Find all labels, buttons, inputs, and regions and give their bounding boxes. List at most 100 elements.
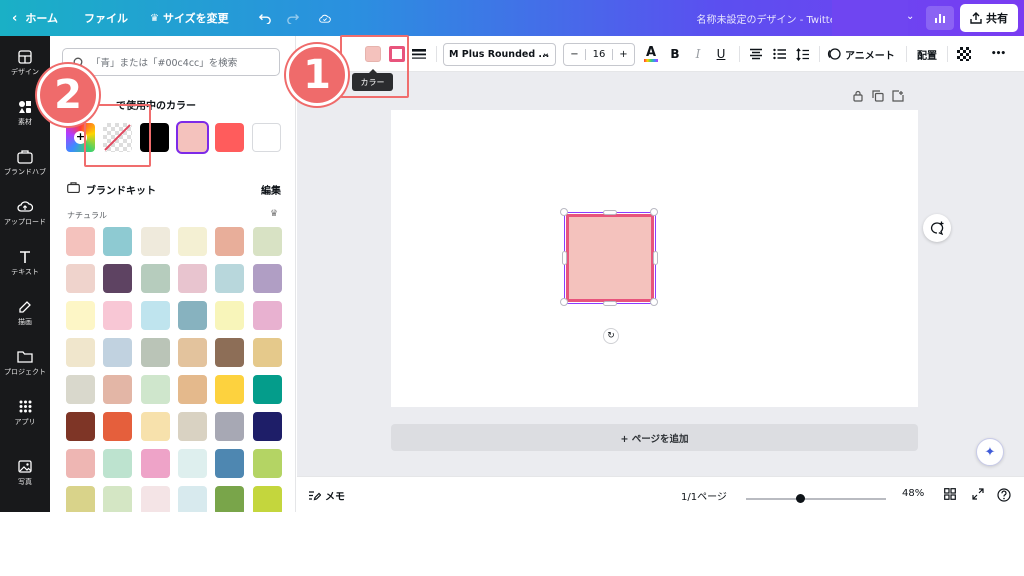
duplicate-page-icon[interactable]	[872, 90, 884, 102]
border-style-button[interactable]	[411, 44, 427, 64]
palette-swatch[interactable]	[103, 412, 132, 441]
add-comment-button[interactable]	[923, 214, 951, 242]
resize-handle-bottom-left[interactable]	[560, 298, 568, 306]
palette-swatch[interactable]	[253, 449, 282, 478]
font-size-stepper[interactable]: − 16 +	[563, 43, 635, 66]
position-button[interactable]: 配置	[917, 44, 937, 64]
palette-swatch[interactable]	[253, 301, 282, 330]
add-page-button[interactable]: + ページを追加	[391, 424, 918, 451]
palette-swatch[interactable]	[253, 227, 282, 256]
spacing-button[interactable]	[794, 44, 812, 64]
color-search-input[interactable]: 「青」または「#00c4cc」を検索	[62, 48, 280, 76]
italic-button[interactable]: I	[689, 44, 707, 64]
notes-button[interactable]: メモ	[308, 488, 345, 503]
font-size-increase-button[interactable]: +	[612, 49, 634, 60]
rail-item-draw[interactable]: 描画	[0, 290, 50, 336]
palette-swatch[interactable]	[178, 301, 207, 330]
resize-handle-bottom-right[interactable]	[650, 298, 658, 306]
palette-swatch[interactable]	[253, 375, 282, 404]
doc-color-swatch-selected[interactable]	[178, 123, 207, 152]
doc-color-swatch[interactable]	[252, 123, 281, 152]
underline-button[interactable]: U	[712, 44, 730, 64]
palette-swatch[interactable]	[66, 375, 95, 404]
palette-swatch[interactable]	[103, 227, 132, 256]
font-family-select[interactable]: M Plus Rounded ... ⌄	[443, 43, 556, 66]
palette-swatch[interactable]	[215, 301, 244, 330]
fullscreen-button[interactable]	[972, 488, 984, 500]
palette-swatch[interactable]	[103, 375, 132, 404]
share-button[interactable]: 共有	[960, 4, 1018, 32]
palette-swatch[interactable]	[253, 412, 282, 441]
palette-swatch[interactable]	[253, 486, 282, 512]
help-button[interactable]	[997, 488, 1011, 502]
doc-color-swatch[interactable]	[215, 123, 244, 152]
brand-kit-edit-link[interactable]: 編集	[261, 182, 281, 197]
palette-swatch[interactable]	[178, 449, 207, 478]
palette-swatch[interactable]	[141, 375, 170, 404]
palette-swatch[interactable]	[178, 227, 207, 256]
palette-swatch[interactable]	[103, 264, 132, 293]
rail-item-brand[interactable]: ブランドハブ	[0, 140, 50, 186]
palette-swatch[interactable]	[141, 338, 170, 367]
font-size-decrease-button[interactable]: −	[564, 49, 586, 60]
resize-handle-left[interactable]	[562, 251, 567, 265]
palette-swatch[interactable]	[178, 375, 207, 404]
zoom-slider-thumb[interactable]	[796, 494, 805, 503]
transparency-button[interactable]	[956, 44, 972, 64]
resize-handle-top[interactable]	[603, 210, 617, 215]
palette-swatch[interactable]	[253, 264, 282, 293]
palette-swatch[interactable]	[141, 412, 170, 441]
palette-swatch[interactable]	[178, 338, 207, 367]
list-button[interactable]	[771, 44, 789, 64]
rail-item-projects[interactable]: プロジェクト	[0, 340, 50, 386]
undo-button[interactable]	[251, 0, 279, 36]
palette-swatch[interactable]	[103, 301, 132, 330]
grid-view-button[interactable]	[944, 488, 956, 500]
insights-button[interactable]	[926, 6, 954, 30]
palette-swatch[interactable]	[103, 338, 132, 367]
rotate-handle-icon[interactable]: ↻	[603, 328, 619, 344]
animate-button[interactable]: アニメート	[827, 44, 895, 64]
palette-swatch[interactable]	[141, 449, 170, 478]
file-menu[interactable]: ファイル	[76, 0, 136, 36]
palette-swatch[interactable]	[215, 227, 244, 256]
palette-swatch[interactable]	[178, 486, 207, 512]
palette-swatch[interactable]	[215, 375, 244, 404]
palette-swatch[interactable]	[141, 486, 170, 512]
palette-swatch[interactable]	[66, 412, 95, 441]
resize-handle-right[interactable]	[653, 251, 658, 265]
text-color-button[interactable]: A	[642, 44, 660, 64]
palette-swatch[interactable]	[215, 264, 244, 293]
palette-swatch[interactable]	[103, 449, 132, 478]
lock-icon[interactable]	[852, 90, 864, 102]
palette-swatch[interactable]	[253, 338, 282, 367]
palette-swatch[interactable]	[215, 412, 244, 441]
palette-swatch[interactable]	[215, 338, 244, 367]
zoom-level[interactable]: 48%	[902, 488, 924, 499]
page-counter[interactable]: 1/1ページ	[681, 488, 727, 503]
palette-swatch[interactable]	[141, 301, 170, 330]
palette-swatch[interactable]	[215, 449, 244, 478]
palette-swatch[interactable]	[66, 227, 95, 256]
design-page[interactable]	[391, 110, 918, 407]
resize-handle-top-left[interactable]	[560, 208, 568, 216]
add-page-icon[interactable]	[892, 90, 904, 102]
resize-button[interactable]: ♛ サイズを変更	[142, 0, 237, 36]
palette-swatch[interactable]	[141, 227, 170, 256]
palette-swatch[interactable]	[178, 412, 207, 441]
rail-item-photos[interactable]: 写真	[0, 450, 50, 496]
rail-item-text[interactable]: テキスト	[0, 240, 50, 286]
rail-item-upload[interactable]: アップロード	[0, 190, 50, 236]
home-button[interactable]: ‹ ホーム	[0, 0, 66, 36]
palette-swatch[interactable]	[66, 449, 95, 478]
cloud-save-button[interactable]	[311, 0, 339, 36]
align-button[interactable]	[747, 44, 765, 64]
palette-swatch[interactable]	[178, 264, 207, 293]
square-shape[interactable]	[566, 214, 654, 302]
palette-swatch[interactable]	[66, 486, 95, 512]
resize-handle-bottom[interactable]	[603, 301, 617, 306]
resize-handle-top-right[interactable]	[650, 208, 658, 216]
redo-button[interactable]	[279, 0, 307, 36]
more-options-button[interactable]: •••	[987, 44, 1009, 64]
chevron-down-icon[interactable]: ⌄	[906, 11, 914, 22]
